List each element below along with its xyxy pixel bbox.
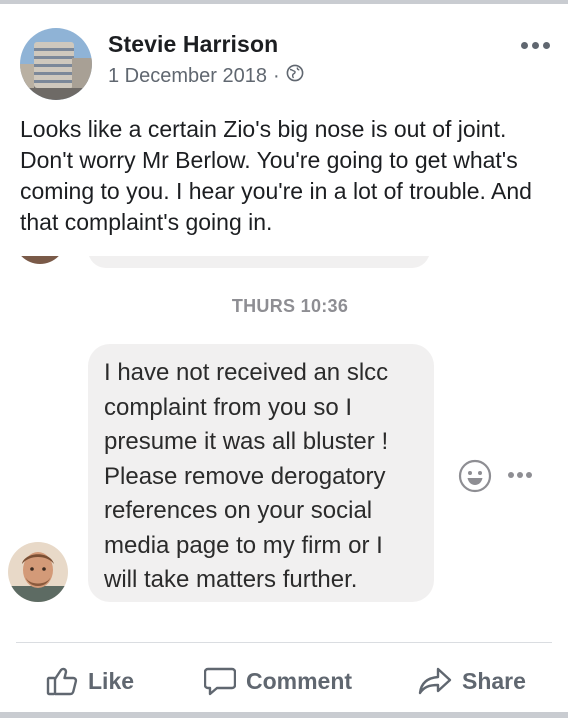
previous-message-bubble bbox=[88, 256, 430, 268]
post-card: Stevie Harrison 1 December 2018 · Looks … bbox=[0, 4, 568, 712]
post-date[interactable]: 1 December 2018 bbox=[108, 65, 267, 88]
action-divider bbox=[16, 642, 552, 643]
comment-label: Comment bbox=[246, 667, 353, 694]
like-label: Like bbox=[88, 667, 135, 694]
comment-icon bbox=[204, 666, 236, 696]
globe-icon bbox=[286, 64, 304, 88]
thumbs-up-icon bbox=[46, 666, 78, 696]
comment-button[interactable]: Comment bbox=[204, 666, 352, 696]
like-button[interactable]: Like bbox=[46, 666, 134, 696]
post-author-name[interactable]: Stevie Harrison bbox=[108, 31, 278, 58]
message-screenshot[interactable]: THURS 10:36 I have not received an slcc … bbox=[0, 256, 568, 634]
share-label: Share bbox=[462, 667, 526, 694]
post-meta: 1 December 2018 · bbox=[108, 64, 304, 88]
post-actions: Like Comment Share bbox=[0, 652, 568, 708]
share-arrow-icon bbox=[418, 666, 452, 696]
message-more-icon[interactable] bbox=[508, 472, 532, 478]
author-avatar[interactable] bbox=[20, 28, 92, 100]
post-text: Looks like a certain Zio's big nose is o… bbox=[20, 116, 532, 235]
share-button[interactable]: Share bbox=[418, 666, 526, 696]
sender-avatar bbox=[8, 542, 68, 602]
previous-avatar bbox=[14, 256, 66, 264]
message-bubble: I have not received an slcc complaint fr… bbox=[88, 344, 434, 602]
smiley-face-icon[interactable] bbox=[458, 459, 492, 493]
message-timestamp: THURS 10:36 bbox=[231, 296, 349, 316]
post-options-icon[interactable] bbox=[521, 42, 550, 49]
meta-separator: · bbox=[272, 64, 280, 87]
message-text: I have not received an slcc complaint fr… bbox=[104, 359, 389, 593]
